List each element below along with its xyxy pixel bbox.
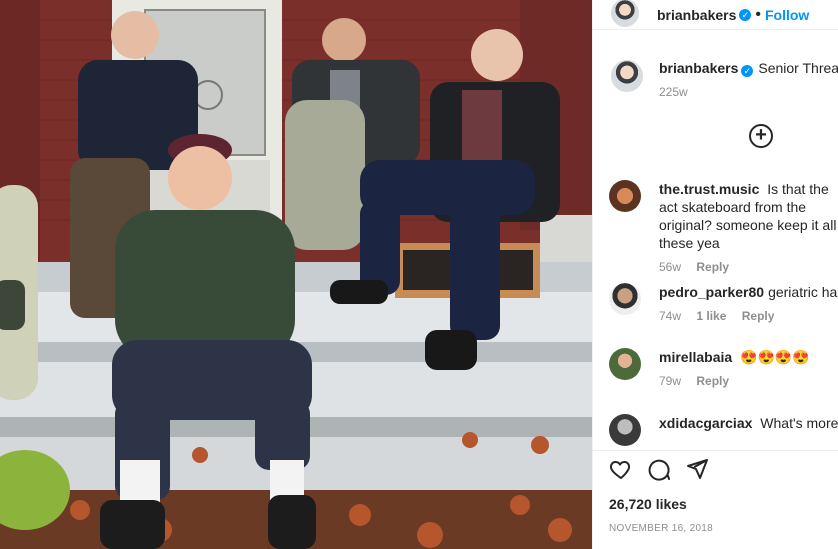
caption-age: 225w <box>659 85 688 99</box>
post-caption: brianbakers ✓ Senior Threat 225w <box>593 0 838 99</box>
comment-likes[interactable]: 1 like <box>696 309 726 323</box>
reply-button[interactable]: Reply <box>696 374 729 388</box>
comment-text: 😍😍😍😍 <box>740 349 810 365</box>
comment-item: the.trust.music Is that the act skateboa… <box>609 180 838 276</box>
commenter-avatar[interactable] <box>609 283 641 315</box>
post-details-panel: brianbakers ✓ • Follow brianbakers ✓ Senio… <box>592 0 838 549</box>
post-date: NOVEMBER 16, 2018 <box>609 523 714 534</box>
commenter-username[interactable]: xdidacgarciax <box>659 415 752 431</box>
plus-circle-icon[interactable]: + <box>749 124 773 148</box>
commenter-username[interactable]: mirellabaia <box>659 349 732 365</box>
comment-age: 74w <box>659 309 682 323</box>
comment-text: geriatric haza <box>768 284 838 300</box>
commenter-username[interactable]: the.trust.music <box>659 181 759 197</box>
caption-text: Senior Threat <box>758 60 838 76</box>
heart-icon[interactable] <box>609 457 633 481</box>
photo-illustration <box>0 0 592 549</box>
likes-count[interactable]: 26,720 likes <box>609 496 687 512</box>
commenter-avatar[interactable] <box>609 180 641 212</box>
comment-age: 79w <box>659 374 682 388</box>
post-actions: 26,720 likes NOVEMBER 16, 2018 <box>593 450 838 549</box>
verified-badge-icon: ✓ <box>741 65 754 77</box>
commenter-username[interactable]: pedro_parker80 <box>659 284 764 300</box>
post-photo[interactable] <box>0 0 592 549</box>
comment-age: 56w <box>659 260 682 274</box>
reply-button[interactable]: Reply <box>742 309 775 323</box>
comment-item: pedro_parker80geriatric haza 74w 1 like … <box>609 283 838 325</box>
send-icon[interactable] <box>685 457 709 481</box>
comment-item: xdidacgarciax What's more a <box>609 414 838 446</box>
caption-username[interactable]: brianbakers <box>659 60 738 76</box>
comment-text: What's more a <box>760 415 838 431</box>
commenter-avatar[interactable] <box>609 348 641 380</box>
caption-avatar[interactable] <box>611 60 643 92</box>
reply-button[interactable]: Reply <box>696 260 729 274</box>
comment-item: mirellabaia 😍😍😍😍 79w Reply <box>609 348 838 390</box>
comment-icon[interactable] <box>647 457 671 481</box>
commenter-avatar[interactable] <box>609 414 641 446</box>
